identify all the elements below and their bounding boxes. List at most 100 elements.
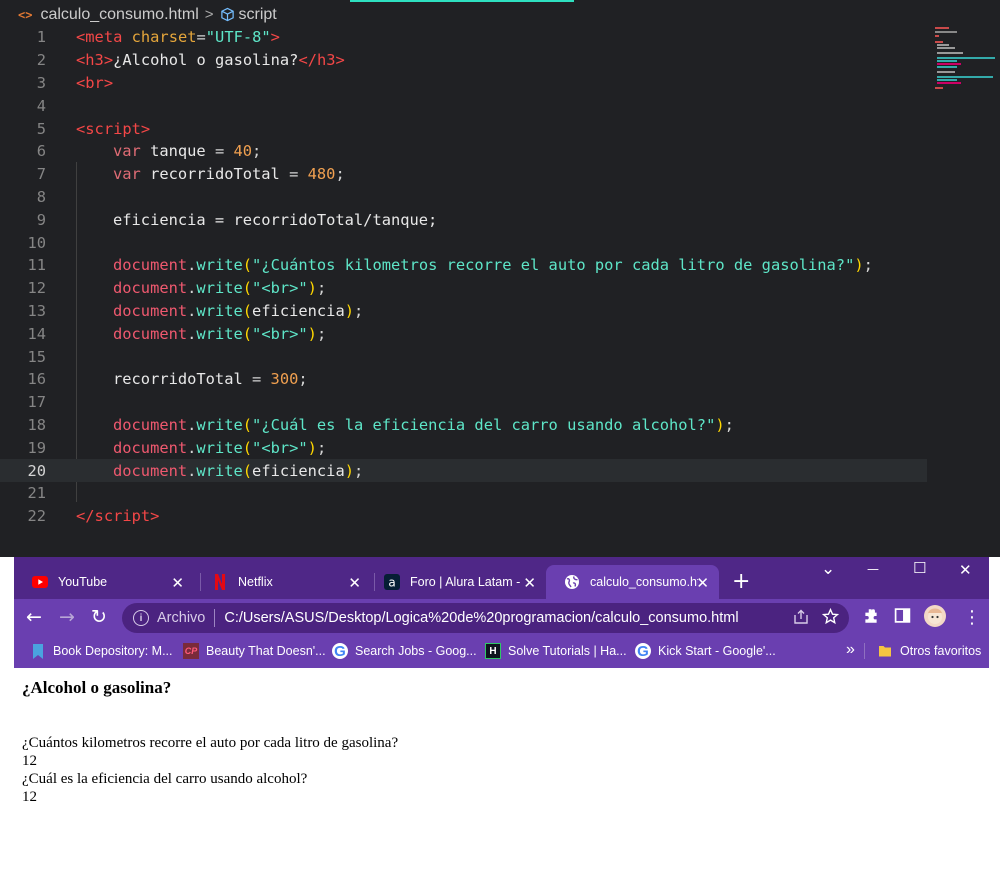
info-icon[interactable]: i xyxy=(133,610,149,626)
token: 480 xyxy=(307,165,336,184)
token: h3 xyxy=(85,51,104,70)
token: > xyxy=(103,73,114,92)
code-line-17[interactable]: 17 xyxy=(0,391,1000,414)
token: 40 xyxy=(233,142,253,161)
token: = xyxy=(279,165,308,184)
tab-alura[interactable]: a Foro | Alura Latam - ¿ ✕ xyxy=(366,565,546,599)
token: "<br>" xyxy=(252,324,308,343)
bookmark-book-depository[interactable]: Book Depository: M... xyxy=(30,643,173,659)
side-panel-icon[interactable] xyxy=(894,607,911,628)
token: ( xyxy=(242,438,253,457)
bookmark-label: Kick Start - Google'... xyxy=(658,644,776,658)
breadcrumb-symbol[interactable]: script xyxy=(239,6,277,24)
token: 300 xyxy=(270,370,299,389)
code-line-18[interactable]: 18 document.write("¿Cuál es la eficienci… xyxy=(0,414,1000,437)
token: recorridoTotal xyxy=(113,370,243,389)
token: ; xyxy=(354,301,364,320)
code-line-15[interactable]: 15 xyxy=(0,345,1000,368)
line-number: 21 xyxy=(27,484,46,503)
token: ( xyxy=(242,301,253,320)
token: eficiencia = recorridoTotal/tanque; xyxy=(113,210,438,229)
tab-title: Netflix xyxy=(238,575,273,589)
code-line-22[interactable]: 22 </script> xyxy=(0,505,1000,528)
bookmark-kick-start[interactable]: G Kick Start - Google'... xyxy=(635,643,776,660)
code-line-6[interactable]: 6 var tanque = 40; xyxy=(0,140,1000,163)
maximize-icon[interactable]: ☐ xyxy=(913,559,926,577)
line-number: 1 xyxy=(36,28,46,47)
code-line-21[interactable]: 21 xyxy=(0,482,1000,505)
code-line-8[interactable]: 8 xyxy=(0,186,1000,209)
token: ) xyxy=(715,415,725,434)
code-line-3[interactable]: 3 <br> xyxy=(0,72,1000,95)
line-number: 16 xyxy=(27,370,46,389)
token: ; xyxy=(724,415,734,434)
code-line-14[interactable]: 14 document.write("<br>"); xyxy=(0,322,1000,345)
star-icon[interactable] xyxy=(821,607,840,629)
line-number: 8 xyxy=(36,187,46,206)
token: > xyxy=(335,51,345,70)
code-line-10[interactable]: 10 xyxy=(0,231,1000,254)
code-editor[interactable]: <> calculo_consumo.html > script 1 <meta… xyxy=(0,0,1000,557)
extensions-icon[interactable] xyxy=(862,607,880,629)
back-button[interactable]: ← xyxy=(26,606,42,628)
menu-icon[interactable]: ⋮ xyxy=(963,607,981,628)
forward-button[interactable]: → xyxy=(59,606,75,628)
avatar[interactable] xyxy=(923,604,947,632)
line-number: 2 xyxy=(36,51,46,70)
code-line-16[interactable]: 16 recorridoTotal = 300; xyxy=(0,368,1000,391)
close-icon[interactable]: ✕ xyxy=(523,574,536,592)
token: ; xyxy=(316,324,327,343)
close-icon[interactable]: ✕ xyxy=(696,574,709,592)
bookmarks-more-icon[interactable]: » xyxy=(846,641,855,659)
tab-youtube[interactable]: YouTube ✕ xyxy=(14,565,194,599)
tab-search-icon[interactable]: ⌄ xyxy=(821,559,835,579)
code-line-5[interactable]: 5 <script> xyxy=(0,117,1000,140)
close-icon[interactable]: ✕ xyxy=(171,574,184,592)
token: < xyxy=(76,119,86,138)
tab-netflix[interactable]: Netflix ✕ xyxy=(194,565,371,599)
reload-button[interactable]: ↻ xyxy=(91,606,107,628)
token: document xyxy=(113,301,188,320)
code-line-2[interactable]: 2 <h3>¿Alcohol o gasolina?</h3> xyxy=(0,49,1000,72)
token: ; xyxy=(863,256,873,275)
share-icon[interactable] xyxy=(793,609,809,629)
code-line-20[interactable]: 20 document.write(eficiencia); xyxy=(0,459,927,482)
code-line-13[interactable]: 13 document.write(eficiencia); xyxy=(0,300,1000,323)
output-line: 12 xyxy=(22,789,37,805)
code-line-19[interactable]: 19 document.write("<br>"); xyxy=(0,436,1000,459)
line-number: 3 xyxy=(36,73,46,92)
google-icon: G xyxy=(332,643,348,660)
line-number: 11 xyxy=(27,256,46,275)
output-line: ¿Cuántos kilometros recorre el auto por … xyxy=(22,735,399,751)
code-line-7[interactable]: 7 var recorridoTotal = 480; xyxy=(0,163,1000,186)
new-tab-button[interactable]: + xyxy=(732,569,750,594)
address-bar[interactable]: i Archivo C:/Users/ASUS/Desktop/Logica%2… xyxy=(122,603,849,633)
code-line-4[interactable]: 4 xyxy=(0,94,1000,117)
tab-calculo-consumo[interactable]: calculo_consumo.html ✕ xyxy=(546,565,719,599)
token: document xyxy=(113,438,188,457)
window-close-icon[interactable]: ✕ xyxy=(959,561,972,579)
page-content: ¿Alcohol o gasolina? ¿Cuántos kilometros… xyxy=(14,668,989,872)
code-line-11[interactable]: 11 document.write("¿Cuántos kilometros r… xyxy=(0,254,1000,277)
security-label: Archivo xyxy=(157,610,206,626)
line-number: 13 xyxy=(27,301,46,320)
close-icon[interactable]: ✕ xyxy=(348,574,361,592)
code-line-1[interactable]: 1 <meta charset="UTF-8"> xyxy=(0,26,1000,49)
token: = xyxy=(205,142,234,161)
breadcrumb: <> calculo_consumo.html > script xyxy=(0,2,1000,27)
code-area[interactable]: 1 <meta charset="UTF-8"> 2 <h3>¿Alcohol … xyxy=(0,26,1000,528)
bookmark-beauty[interactable]: CP Beauty That Doesn'... xyxy=(183,643,326,659)
token: script xyxy=(85,119,141,138)
bookmark-hackerrank[interactable]: H Solve Tutorials | Ha... xyxy=(485,643,627,659)
bookmark-search-jobs[interactable]: G Search Jobs - Goog... xyxy=(332,643,477,660)
minimize-icon[interactable]: — xyxy=(867,562,879,576)
code-line-12[interactable]: 12 document.write("<br>"); xyxy=(0,277,1000,300)
other-bookmarks[interactable]: Otros favoritos xyxy=(864,643,981,659)
symbol-cube-icon xyxy=(220,7,236,23)
bookmark-label: Solve Tutorials | Ha... xyxy=(508,644,627,658)
breadcrumb-file[interactable]: calculo_consumo.html xyxy=(40,6,198,24)
code-line-9[interactable]: 9 eficiencia = recorridoTotal/tanque; xyxy=(0,208,1000,231)
netflix-icon xyxy=(212,574,228,590)
token: write xyxy=(196,415,243,434)
url-text[interactable]: C:/Users/ASUS/Desktop/Logica%20de%20prog… xyxy=(224,610,738,626)
